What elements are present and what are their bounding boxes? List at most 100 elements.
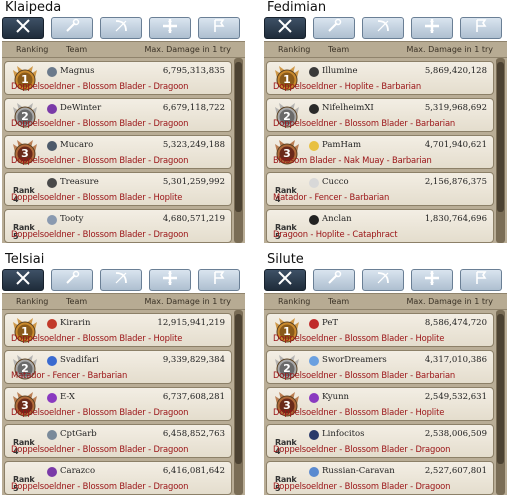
max-damage: 2,156,876,375 bbox=[424, 177, 487, 187]
table-row[interactable]: Rank 5 Carazco 6,416,081,642 Doppelsoeldner… bbox=[4, 461, 232, 495]
class-composition: Doppelsoeldner - Blossom Blader - Dragoo… bbox=[11, 81, 189, 91]
tab-banner[interactable] bbox=[198, 269, 240, 291]
table-row[interactable]: 1 Magnus 6,795,313,835 Doppelsoeldner - Blo… bbox=[4, 61, 232, 95]
scrollbar[interactable] bbox=[234, 58, 243, 243]
max-damage: 6,458,852,763 bbox=[162, 429, 225, 439]
max-damage: 6,795,313,835 bbox=[162, 66, 225, 76]
tab-bow[interactable] bbox=[362, 17, 404, 39]
team-name: Anclan bbox=[322, 214, 352, 224]
tab-swords[interactable] bbox=[2, 269, 44, 291]
tab-cross[interactable] bbox=[149, 269, 191, 291]
table-row[interactable]: Rank 5 Russian-Caravan 2,527,607,801 Doppel… bbox=[266, 461, 494, 495]
team-name: CptGarb bbox=[60, 429, 97, 439]
tab-swords[interactable] bbox=[264, 269, 306, 291]
scrollbar[interactable] bbox=[496, 58, 505, 243]
tab-staff[interactable] bbox=[51, 269, 93, 291]
table-row[interactable]: 2 DeWinter 6,679,118,722 Doppelsoeldner - B… bbox=[4, 98, 232, 132]
team-name: E-X bbox=[60, 392, 75, 402]
table-row[interactable]: 3 E-X 6,737,608,281 Doppelsoeldner - Blosso… bbox=[4, 387, 232, 421]
team-name: SworDreamers bbox=[322, 355, 387, 365]
staff-icon bbox=[326, 18, 342, 38]
ghost-icon bbox=[47, 215, 57, 225]
tab-cross[interactable] bbox=[411, 17, 453, 39]
table-header: Ranking Team Max. Damage in 1 try bbox=[264, 293, 507, 310]
table-row[interactable]: 2 SworDreamers 4,317,010,386 Doppelsoeldner… bbox=[266, 350, 494, 384]
table-row[interactable]: Rank 5 Tooty 4,680,571,219 Doppelsoeldner -… bbox=[4, 209, 232, 243]
purple-eye-icon bbox=[309, 393, 319, 403]
header-team: Team bbox=[328, 45, 350, 54]
table-row[interactable]: Rank 4 CptGarb 6,458,852,763 Doppelsoeldner… bbox=[4, 424, 232, 458]
tab-banner[interactable] bbox=[460, 17, 502, 39]
tab-bow[interactable] bbox=[362, 269, 404, 291]
team-name: Kyunn bbox=[322, 392, 350, 402]
header-damage: Max. Damage in 1 try bbox=[406, 297, 493, 306]
chick-icon bbox=[309, 141, 319, 151]
tab-staff[interactable] bbox=[51, 17, 93, 39]
server-panel-silute: Silute Ranking Team Max. Damage in 1 try 1 Pe… bbox=[264, 252, 507, 495]
tab-swords[interactable] bbox=[2, 17, 44, 39]
beetle-icon bbox=[47, 178, 57, 188]
table-row[interactable]: Rank 4 Treasure 5,301,259,992 Doppelsoeldne… bbox=[4, 172, 232, 206]
table-row[interactable]: 2 NifelheimXI 5,319,968,692 Doppelsoeldner … bbox=[266, 98, 494, 132]
team-name: Mucaro bbox=[60, 140, 94, 150]
table-row[interactable]: Rank 4 Cucco 2,156,876,375 Matador - Fencer… bbox=[266, 172, 494, 206]
scrollbar-thumb[interactable] bbox=[497, 314, 504, 464]
server-title: Telsiai bbox=[5, 252, 45, 267]
scrollbar[interactable] bbox=[496, 310, 505, 495]
team-name: PamHam bbox=[322, 140, 362, 150]
banner-icon bbox=[211, 270, 227, 290]
header-team: Team bbox=[66, 45, 88, 54]
header-team: Team bbox=[328, 297, 350, 306]
banner-icon bbox=[211, 18, 227, 38]
blue-crest-icon bbox=[47, 356, 57, 366]
team-name: Linfocitos bbox=[322, 429, 365, 439]
bow-icon bbox=[113, 270, 129, 290]
team-name: PeT bbox=[322, 318, 339, 328]
table-row[interactable]: Rank 5 Anclan 1,830,764,696 Dragoon - Hopli… bbox=[266, 209, 494, 243]
cross-icon bbox=[162, 18, 178, 38]
table-row[interactable]: 3 Mucaro 5,323,249,188 Doppelsoeldner - Blo… bbox=[4, 135, 232, 169]
max-damage: 8,586,474,720 bbox=[424, 318, 487, 328]
server-title: Klaipeda bbox=[5, 0, 62, 15]
max-damage: 6,737,608,281 bbox=[162, 392, 225, 402]
table-row[interactable]: 3 PamHam 4,701,940,621 Blossom Blader - Nak… bbox=[266, 135, 494, 169]
scrollbar[interactable] bbox=[234, 310, 243, 495]
tab-cross[interactable] bbox=[411, 269, 453, 291]
team-name: Illumine bbox=[322, 66, 358, 76]
server-title: Fedimian bbox=[267, 0, 327, 15]
tab-staff[interactable] bbox=[313, 17, 355, 39]
tab-swords[interactable] bbox=[264, 17, 306, 39]
header-ranking: Ranking bbox=[278, 297, 311, 306]
tab-bow[interactable] bbox=[100, 17, 142, 39]
max-damage: 5,323,249,188 bbox=[162, 140, 225, 150]
bow-icon bbox=[375, 18, 391, 38]
trophy-icon bbox=[47, 67, 57, 77]
shield-icon bbox=[309, 430, 319, 440]
server-panel-klaipeda: Klaipeda Ranking Team Max. Damage in 1 try 1… bbox=[2, 0, 245, 243]
table-row[interactable]: 2 Svadifari 9,339,829,384 Matador - Fencer … bbox=[4, 350, 232, 384]
class-composition: Doppelsoeldner - Blossom Blader - Hoplit… bbox=[273, 407, 445, 417]
cloud-icon bbox=[309, 356, 319, 366]
tab-cross[interactable] bbox=[149, 17, 191, 39]
max-damage: 6,679,118,722 bbox=[162, 103, 225, 113]
tab-banner[interactable] bbox=[460, 269, 502, 291]
cross-icon bbox=[424, 270, 440, 290]
tab-banner[interactable] bbox=[198, 17, 240, 39]
scrollbar-thumb[interactable] bbox=[497, 62, 504, 212]
class-composition: Doppelsoeldner - Blossom Blader - Hoplit… bbox=[11, 192, 183, 202]
scrollbar-thumb[interactable] bbox=[235, 62, 242, 212]
bird-icon bbox=[309, 178, 319, 188]
table-row[interactable]: Rank 4 Linfocitos 2,538,006,509 Doppelsoeld… bbox=[266, 424, 494, 458]
team-name: Cucco bbox=[322, 177, 349, 187]
header-team: Team bbox=[66, 297, 88, 306]
scrollbar-thumb[interactable] bbox=[235, 314, 242, 464]
table-row[interactable]: 1 Kirarin 12,915,941,219 Doppelsoeldner - B… bbox=[4, 313, 232, 347]
table-row[interactable]: 3 Kyunn 2,549,532,631 Doppelsoeldner - Blos… bbox=[266, 387, 494, 421]
table-row[interactable]: 1 PeT 8,586,474,720 Doppelsoeldner - Blosso… bbox=[266, 313, 494, 347]
team-name: Treasure bbox=[60, 177, 99, 187]
banner-icon bbox=[473, 18, 489, 38]
class-tabs bbox=[264, 17, 507, 39]
tab-staff[interactable] bbox=[313, 269, 355, 291]
tab-bow[interactable] bbox=[100, 269, 142, 291]
table-row[interactable]: 1 Illumine 5,869,420,128 Doppelsoeldner - H… bbox=[266, 61, 494, 95]
